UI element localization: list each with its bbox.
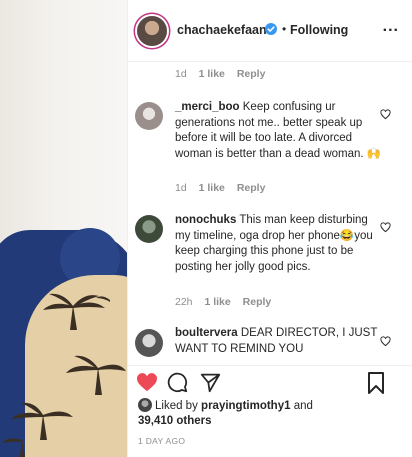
comment-item: _merci_boo Keep confusing ur generations… (128, 100, 412, 200)
comment-item: boultervera DEAR DIRECTOR, I JUST WANT T… (128, 326, 412, 362)
comment-meta: 22h 1 like Reply (175, 296, 271, 308)
post-sidebar: chachaekefaani • Following ... 1d 1 like… (127, 0, 412, 457)
comment-reply-button[interactable]: Reply (237, 182, 266, 194)
comment-meta: 1d 1 like Reply (175, 182, 265, 194)
comment-item: nonochuks This man keep disturbing my ti… (128, 213, 412, 313)
comment-like-heart-icon[interactable] (380, 336, 391, 347)
verified-badge-icon (265, 23, 277, 35)
bookmark-icon[interactable] (367, 372, 385, 394)
header-separator: • (282, 22, 287, 36)
comment-text: _merci_boo Keep confusing ur generations… (175, 100, 382, 162)
commenter-username[interactable]: _merci_boo (175, 101, 240, 113)
liker-username[interactable]: prayingtimothy1 (201, 400, 290, 412)
commenter-username[interactable]: boultervera (175, 327, 238, 339)
comment-icon[interactable] (167, 372, 188, 393)
likes-conjunction: and (293, 400, 313, 412)
comment-text: nonochuks This man keep disturbing my ti… (175, 213, 382, 275)
comment-like-heart-icon[interactable] (380, 109, 391, 120)
commenter-avatar[interactable] (135, 215, 163, 243)
comment-reply-button[interactable]: Reply (237, 68, 266, 80)
comment-like-count[interactable]: 1 like (204, 296, 230, 308)
comment-time[interactable]: 22h (175, 296, 193, 308)
commenter-avatar[interactable] (135, 102, 163, 130)
post-photo[interactable] (0, 0, 127, 457)
likes-prefix: Liked by (155, 400, 198, 412)
comment-reply-button[interactable]: Reply (243, 296, 272, 308)
comment-text: boultervera DEAR DIRECTOR, I JUST WANT T… (175, 326, 382, 357)
heart-liked-icon[interactable] (136, 372, 158, 392)
author-avatar[interactable] (137, 16, 167, 46)
comment-meta: 1d 1 like Reply (175, 68, 265, 80)
liker-avatar[interactable] (138, 398, 152, 412)
comment-item: 1d 1 like Reply (128, 68, 412, 84)
likes-count[interactable]: 39,410 others (138, 415, 212, 427)
comment-time[interactable]: 1d (175, 182, 187, 194)
post-header: chachaekefaani • Following ... (128, 0, 412, 62)
commenter-username[interactable]: nonochuks (175, 214, 236, 226)
author-username[interactable]: chachaekefaani (177, 23, 270, 37)
comment-like-count[interactable]: 1 like (199, 68, 225, 80)
following-button[interactable]: Following (290, 23, 348, 37)
comment-like-count[interactable]: 1 like (199, 182, 225, 194)
post-timestamp[interactable]: 1 DAY AGO (138, 436, 185, 446)
comment-time[interactable]: 1d (175, 68, 187, 80)
likes-summary: Liked by prayingtimothy1 and 39,410 othe… (138, 398, 313, 429)
share-icon[interactable] (200, 372, 221, 393)
post-actions: Liked by prayingtimothy1 and 39,410 othe… (128, 365, 412, 457)
palm-pattern (2, 293, 126, 457)
commenter-avatar[interactable] (135, 329, 163, 357)
more-options-icon[interactable]: ... (383, 18, 399, 36)
comment-like-heart-icon[interactable] (380, 222, 391, 233)
